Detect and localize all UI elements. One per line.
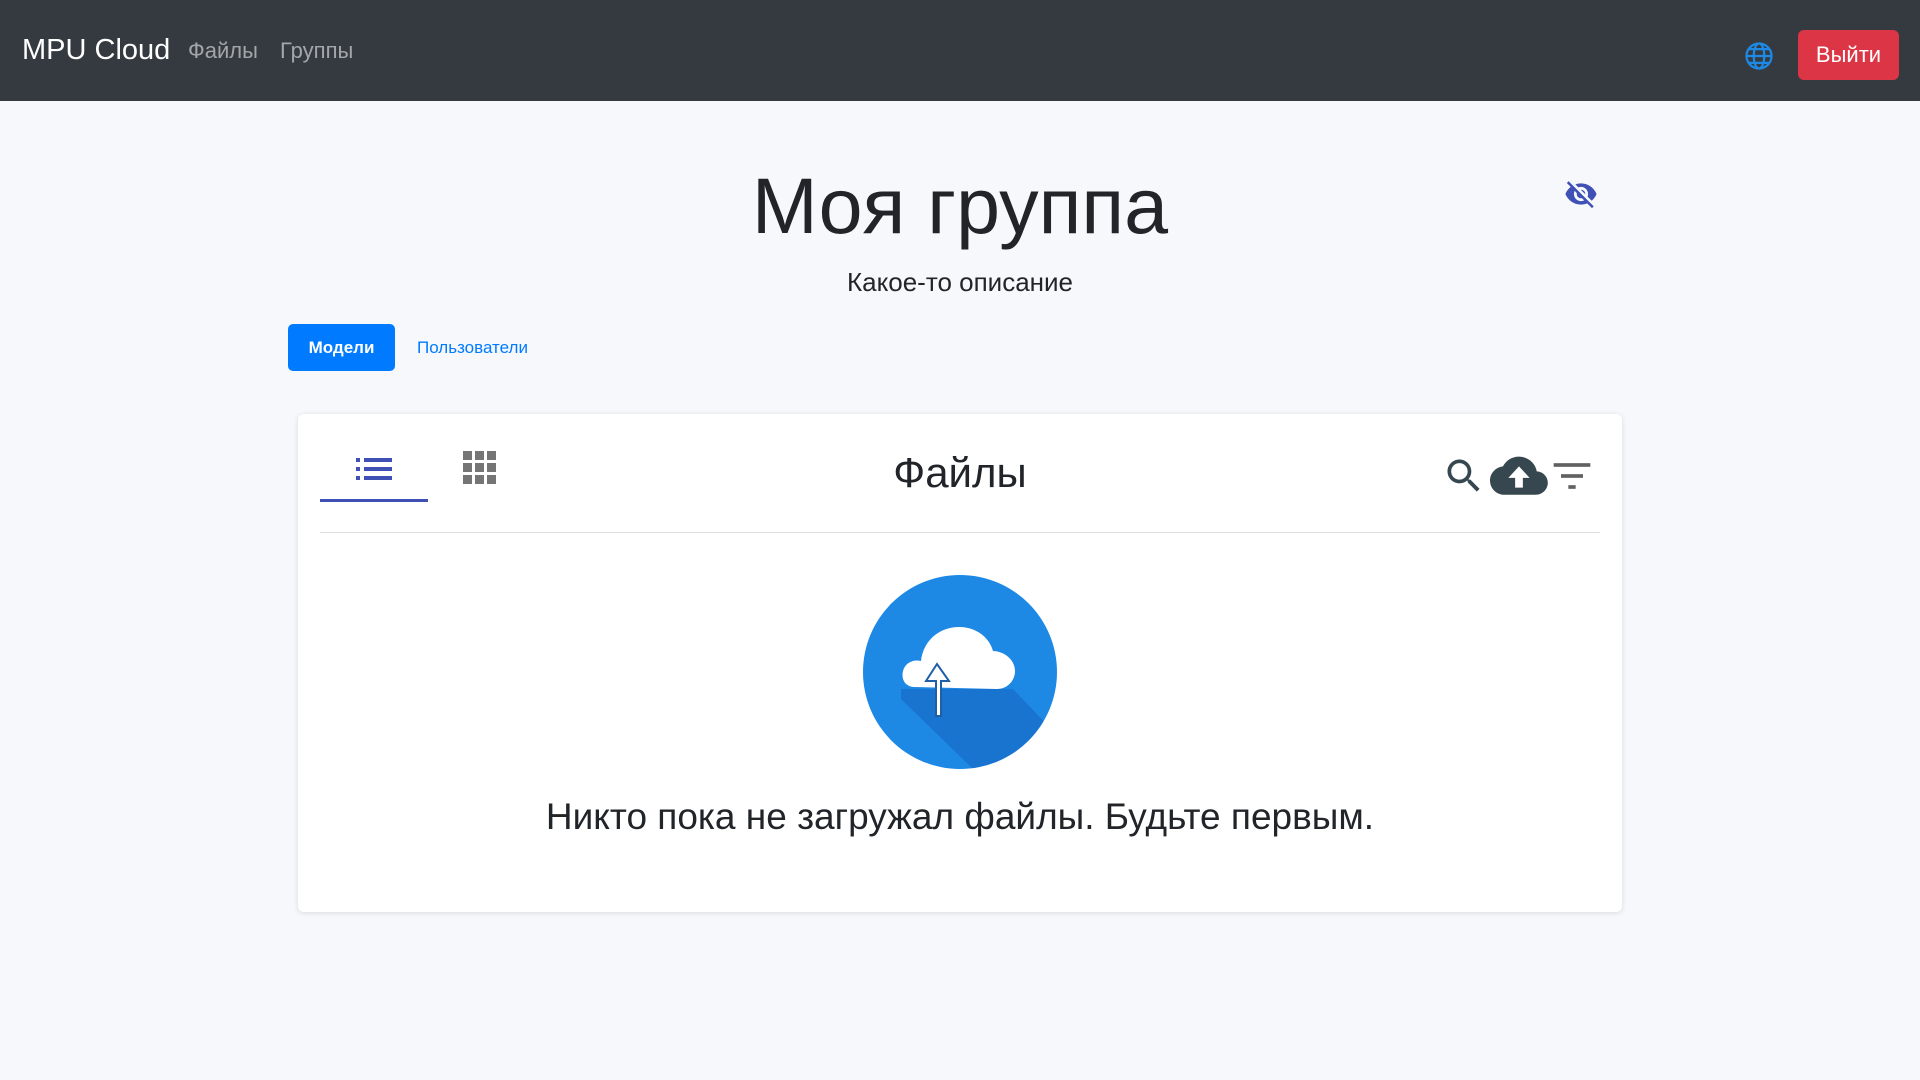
cloud-upload-illustration: [863, 575, 1057, 769]
page-title: Моя группа: [751, 161, 1169, 250]
eye-off-icon[interactable]: [1564, 177, 1598, 211]
tab-models[interactable]: Модели: [288, 324, 395, 371]
globe-icon[interactable]: [1744, 41, 1774, 71]
list-view-icon: [356, 458, 392, 480]
group-description: Какое-то описание: [846, 267, 1073, 297]
top-navbar: MPU Cloud Файлы Группы Выйти: [0, 0, 1920, 101]
grid-view-icon[interactable]: [462, 450, 498, 486]
nav-link-files[interactable]: Файлы: [188, 37, 258, 65]
card-divider: [320, 532, 1600, 533]
brand-logo[interactable]: MPU Cloud: [22, 32, 170, 68]
cloud-upload-icon[interactable]: [1490, 454, 1548, 498]
tab-users[interactable]: Пользователи: [417, 324, 528, 371]
nav-link-groups[interactable]: Группы: [280, 37, 353, 65]
empty-state-message: Никто пока не загружал файлы. Будьте пер…: [545, 796, 1375, 837]
files-card: Файлы Никто пока не загружал файлы. Будь…: [298, 414, 1622, 912]
search-icon[interactable]: [1442, 454, 1486, 498]
filter-icon[interactable]: [1550, 454, 1594, 498]
logout-button[interactable]: Выйти: [1798, 30, 1899, 80]
list-view-tab[interactable]: [320, 444, 428, 502]
